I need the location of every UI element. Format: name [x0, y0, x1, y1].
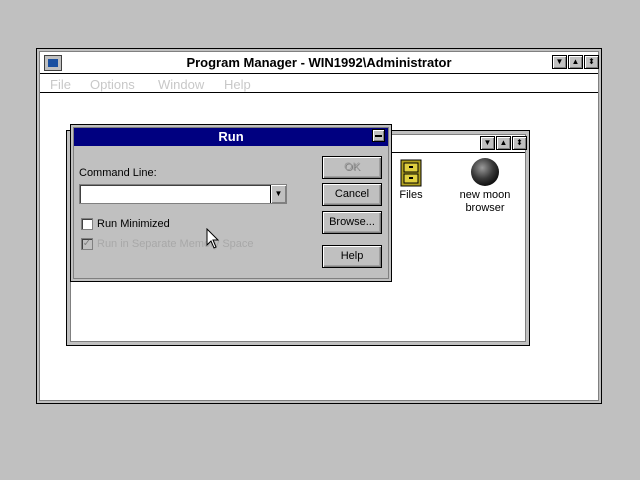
- menu-file[interactable]: File: [50, 77, 71, 92]
- file-cabinet-icon: [400, 159, 422, 187]
- run-minimized-checkbox[interactable]: [81, 218, 93, 230]
- dialog-title-bar[interactable]: Run: [74, 128, 388, 146]
- files-label: Files: [399, 189, 423, 201]
- group-minimize-button[interactable]: ▼: [480, 136, 495, 150]
- title-bar[interactable]: Program Manager - WIN1992\Administrator …: [40, 52, 599, 74]
- group-maximize-button[interactable]: ▲: [496, 136, 511, 150]
- moon-globe-icon: [470, 157, 500, 187]
- new-moon-browser-program-item[interactable]: new moon browser: [453, 157, 517, 217]
- run-minimized-label: Run Minimized: [97, 218, 170, 230]
- command-line-combo[interactable]: ▼: [79, 184, 287, 204]
- command-line-label: Command Line:: [79, 167, 157, 179]
- window-title: Program Manager - WIN1992\Administrator: [186, 55, 452, 70]
- cancel-button[interactable]: Cancel: [322, 183, 382, 206]
- files-program-item[interactable]: Files: [389, 157, 433, 215]
- combo-dropdown-button[interactable]: ▼: [270, 185, 286, 203]
- new-moon-browser-label: new moon browser: [459, 189, 511, 214]
- mouse-cursor-icon: [206, 227, 220, 250]
- browse-button[interactable]: Browse...: [322, 211, 382, 234]
- help-button[interactable]: Help: [322, 245, 382, 268]
- menu-bar: File Options Window Help: [40, 75, 598, 93]
- ok-button[interactable]: OK: [322, 156, 382, 179]
- menu-help[interactable]: Help: [224, 77, 251, 92]
- separate-memory-checkbox: ✓: [81, 238, 93, 250]
- restore-button[interactable]: ⬍: [584, 55, 599, 69]
- run-dialog: Run Command Line: ▼ Run Minimized ✓ Run …: [70, 124, 392, 282]
- menu-window[interactable]: Window: [158, 77, 204, 92]
- menu-options[interactable]: Options: [90, 77, 135, 92]
- minimize-button[interactable]: ▼: [552, 55, 567, 69]
- dialog-system-menu-button[interactable]: [372, 129, 385, 142]
- separate-memory-label: Run in Separate Memory Space: [97, 238, 254, 250]
- group-restore-button[interactable]: ⬍: [512, 136, 527, 150]
- maximize-button[interactable]: ▲: [568, 55, 583, 69]
